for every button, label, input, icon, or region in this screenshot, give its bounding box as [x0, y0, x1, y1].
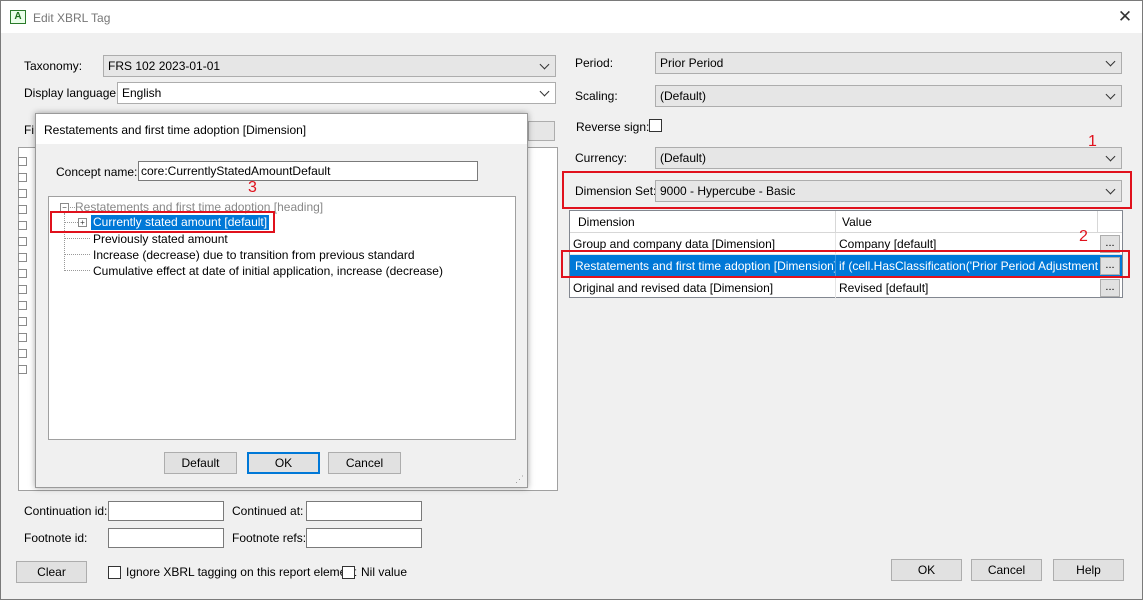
tree-item[interactable]: Cumulative effect at date of initial app… — [93, 264, 443, 278]
app-icon: A — [10, 10, 26, 24]
footnote-id-input[interactable] — [108, 528, 224, 548]
display-language-value: English — [122, 86, 162, 100]
expand-icon[interactable] — [18, 349, 27, 358]
tree-item[interactable]: Increase (decrease) due to transition fr… — [93, 248, 415, 262]
expand-icon[interactable] — [18, 285, 27, 294]
display-language-label: Display language: — [24, 86, 120, 100]
tree-connector — [65, 270, 90, 271]
grid-header-divider — [835, 211, 836, 233]
chevron-down-icon — [1106, 88, 1116, 104]
expand-icon[interactable] — [18, 253, 27, 262]
chevron-down-icon — [540, 85, 550, 101]
nil-value-checkbox[interactable] — [342, 566, 355, 579]
scaling-select[interactable]: (Default) — [655, 85, 1122, 107]
dialog-default-button[interactable]: Default — [164, 452, 237, 474]
dimension-dialog: Restatements and first time adoption [Di… — [35, 113, 528, 488]
find-label: Fi — [24, 123, 34, 137]
continued-at-input[interactable] — [306, 501, 422, 521]
nil-value-label: Nil value — [361, 565, 408, 579]
table-row[interactable]: Original and revised data [Dimension] Re… — [570, 277, 1122, 299]
annotation-box-1 — [562, 171, 1132, 209]
continuation-id-label: Continuation id: — [24, 504, 108, 518]
period-value: Prior Period — [660, 56, 724, 70]
annotation-1: 1 — [1088, 133, 1097, 150]
find-field-edge[interactable] — [528, 121, 555, 141]
taxonomy-select[interactable]: FRS 102 2023-01-01 — [103, 55, 556, 77]
expand-icon[interactable] — [18, 173, 27, 182]
period-select[interactable]: Prior Period — [655, 52, 1122, 74]
expand-icon[interactable] — [18, 333, 27, 342]
ignore-xbrl-checkbox[interactable] — [108, 566, 121, 579]
resize-grip-icon[interactable]: ⋰ — [515, 474, 525, 484]
grid-header-dimension: Dimension — [578, 215, 635, 229]
annotation-3: 3 — [248, 179, 257, 196]
reverse-sign-checkbox[interactable] — [649, 119, 662, 132]
chevron-down-icon — [1106, 55, 1116, 71]
concept-name-field[interactable]: core:CurrentlyStatedAmountDefault — [138, 161, 478, 181]
chevron-down-icon — [1106, 150, 1116, 166]
currency-select[interactable]: (Default) — [655, 147, 1122, 169]
period-label: Period: — [575, 56, 614, 70]
dialog-cancel-button[interactable]: Cancel — [328, 452, 401, 474]
expand-icon[interactable] — [18, 221, 27, 230]
currency-value: (Default) — [660, 151, 707, 165]
expand-icon[interactable] — [18, 269, 27, 278]
concept-tree-expanders — [18, 147, 27, 387]
annotation-2: 2 — [1079, 228, 1088, 245]
cancel-button[interactable]: Cancel — [971, 559, 1042, 581]
footnote-refs-label: Footnote refs: — [232, 531, 307, 545]
tree-item[interactable]: Previously stated amount — [93, 232, 228, 246]
reverse-sign-label: Reverse sign: — [576, 120, 650, 134]
taxonomy-label: Taxonomy: — [24, 59, 83, 73]
footnote-id-label: Footnote id: — [24, 531, 88, 545]
display-language-select[interactable]: English — [117, 82, 556, 104]
close-icon[interactable]: ✕ — [1112, 6, 1138, 28]
help-button[interactable]: Help — [1053, 559, 1124, 581]
expand-icon[interactable] — [18, 317, 27, 326]
grid-header-divider — [1097, 211, 1098, 233]
expand-icon[interactable] — [18, 237, 27, 246]
ok-button[interactable]: OK — [891, 559, 962, 581]
title-bar — [1, 1, 1142, 33]
dialog-ok-button[interactable]: OK — [247, 452, 320, 474]
footnote-refs-input[interactable] — [306, 528, 422, 548]
tree-connector — [65, 238, 90, 239]
row-edit-button[interactable]: ... — [1100, 279, 1120, 297]
expand-icon[interactable] — [18, 189, 27, 198]
taxonomy-value: FRS 102 2023-01-01 — [108, 59, 221, 73]
expand-icon[interactable] — [18, 205, 27, 214]
window-title: Edit XBRL Tag — [33, 11, 111, 25]
chevron-down-icon — [540, 58, 550, 74]
currency-label: Currency: — [575, 151, 628, 165]
scaling-label: Scaling: — [575, 89, 618, 103]
continuation-id-input[interactable] — [108, 501, 224, 521]
row-value: Revised [default] — [839, 281, 929, 295]
expand-icon[interactable] — [18, 365, 27, 374]
annotation-box-2 — [561, 250, 1130, 278]
continued-at-label: Continued at: — [232, 504, 304, 518]
grid-header-value: Value — [842, 215, 872, 229]
tree-connector — [65, 254, 90, 255]
annotation-box-3 — [50, 211, 275, 233]
expand-icon[interactable] — [18, 301, 27, 310]
concept-name-label: Concept name: — [56, 165, 138, 179]
row-dimension: Original and revised data [Dimension] — [573, 281, 774, 295]
clear-button[interactable]: Clear — [16, 561, 87, 583]
expand-icon[interactable] — [18, 157, 27, 166]
scaling-value: (Default) — [660, 89, 707, 103]
dialog-title: Restatements and first time adoption [Di… — [44, 123, 307, 137]
ignore-xbrl-label: Ignore XBRL tagging on this report eleme… — [126, 565, 357, 579]
